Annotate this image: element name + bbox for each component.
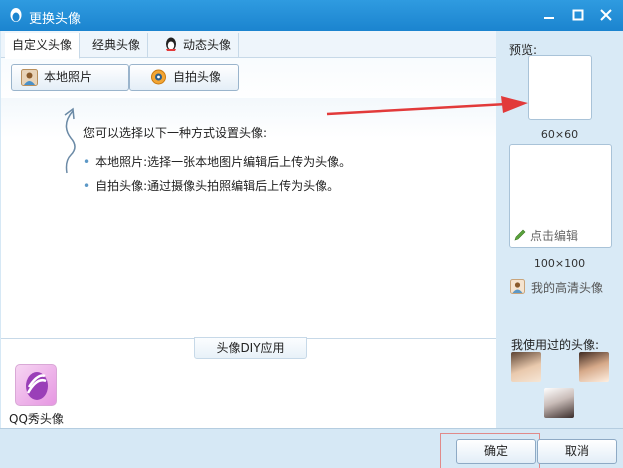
hint-text: 自拍头像:通过摄像头拍照编辑后上传为头像。 (95, 179, 340, 193)
click-edit-label: 点击编辑 (530, 229, 579, 243)
selfie-button[interactable]: 自拍头像 (129, 64, 239, 91)
webcam-icon (151, 69, 166, 85)
tab-label: 自定义头像 (12, 38, 73, 52)
used-avatar[interactable] (579, 352, 609, 382)
ok-button[interactable]: 确定 (456, 439, 536, 464)
diy-label: 头像DIY应用 (216, 341, 285, 355)
hd-avatar-icon (510, 279, 525, 294)
size-60-label: 60×60 (540, 128, 579, 141)
preview-panel: 预览: 60×60 点击编辑 100×100 我的高清头像 我使用过的头像: (496, 31, 623, 428)
tab-label: 动态头像 (183, 38, 232, 52)
tab-dynamic-avatar[interactable]: 动态头像 (156, 33, 240, 58)
bullet-icon: • (83, 179, 91, 193)
custom-avatar-panel: 自定义头像 经典头像 动态头像 本地照片 自拍头像 您可以选择以下一种方式设置头… (1, 31, 496, 428)
pencil-icon (514, 229, 526, 241)
preview-100-box[interactable]: 点击编辑 (509, 144, 612, 248)
qq-show-icon (26, 372, 48, 400)
window-title: 更换头像 (29, 12, 82, 27)
cancel-label: 取消 (564, 444, 589, 458)
qq-show-avatar-tile[interactable] (15, 364, 57, 406)
tab-classic-avatar[interactable]: 经典头像 (85, 33, 149, 58)
ok-label: 确定 (483, 444, 508, 458)
selfie-label: 自拍头像 (173, 70, 222, 84)
avatar-diy-apps-button[interactable]: 头像DIY应用 (194, 337, 307, 359)
maximize-icon[interactable] (569, 6, 587, 24)
cancel-button[interactable]: 取消 (537, 439, 617, 464)
qq-show-label: QQ秀头像 (9, 412, 64, 426)
close-icon[interactable] (597, 6, 615, 24)
used-avatars-label: 我使用过的头像: (511, 338, 600, 352)
hint-title: 您可以选择以下一种方式设置头像: (83, 126, 268, 140)
tab-label: 经典头像 (92, 38, 141, 52)
qq-penguin-icon (10, 8, 22, 22)
hint-item: • 自拍头像:通过摄像头拍照编辑后上传为头像。 (83, 177, 339, 194)
preview-60-box (528, 55, 592, 120)
local-photo-label: 本地照片 (44, 70, 93, 84)
penguin-icon (166, 37, 176, 51)
tab-bar: 自定义头像 经典头像 动态头像 (1, 31, 496, 59)
local-photo-button[interactable]: 本地照片 (11, 64, 129, 91)
size-100-label: 100×100 (533, 257, 586, 270)
used-avatar[interactable] (511, 352, 541, 382)
dialog-footer: 确定 取消 (0, 428, 623, 468)
hd-avatar-link[interactable]: 我的高清头像 (531, 279, 603, 296)
user-photo-icon (21, 69, 38, 86)
tab-custom-avatar[interactable]: 自定义头像 (5, 33, 81, 59)
bullet-icon: • (83, 155, 91, 169)
hint-text: 本地照片:选择一张本地图片编辑后上传为头像。 (95, 155, 352, 169)
used-avatar[interactable] (544, 388, 574, 418)
annotation-arrow-icon (326, 96, 528, 116)
title-bar: 更换头像 (0, 0, 623, 31)
minimize-icon[interactable] (540, 6, 558, 24)
hint-item: • 本地照片:选择一张本地图片编辑后上传为头像。 (83, 153, 351, 170)
